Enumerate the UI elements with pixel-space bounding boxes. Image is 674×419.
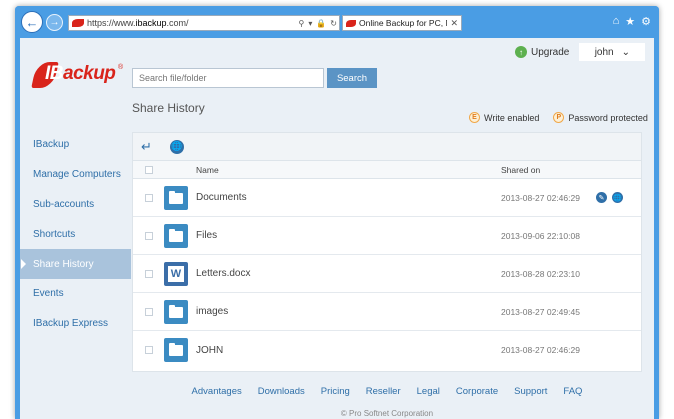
footer-link-faq[interactable]: FAQ [563,386,582,397]
user-menu[interactable]: john ⌄ [579,43,646,61]
row-name[interactable]: images [196,306,501,317]
arrow-right-icon: → [49,17,60,28]
back-button[interactable]: ← [21,11,43,33]
sidebar-item-events[interactable]: Events [20,279,131,309]
row-checkbox[interactable] [144,193,153,202]
edit-pencil-icon[interactable]: ✎ [596,192,607,203]
sidebar: IBackup ® IBackup Manage Computers Sub-a… [20,38,131,419]
footer-link-legal[interactable]: Legal [417,386,440,397]
table-row[interactable]: Documents 2013-08-27 02:46:29 ✎ 🌐 [133,179,641,217]
address-bar[interactable]: https://www.ibackup.com/ ⚲ ▾ 🔒 ↻ [68,15,340,31]
footer-link-advantages[interactable]: Advantages [192,386,242,397]
address-url: https://www.ibackup.com/ [87,18,189,28]
sidebar-item-manage-computers[interactable]: Manage Computers [20,160,131,190]
row-name[interactable]: Letters.docx [196,268,501,279]
folder-icon [164,223,188,248]
table-row[interactable]: Files 2013-09-06 22:10:08 [133,217,641,255]
stop-sharing-globe-icon[interactable]: 🌐 [612,192,623,203]
tab-title: Online Backup for PC, Mac ... [359,18,447,28]
account-bar: ↑ Upgrade john ⌄ [515,43,646,61]
footer-link-downloads[interactable]: Downloads [258,386,305,397]
tab-favicon-icon [346,19,356,27]
select-all-checkbox[interactable] [144,165,153,174]
row-checkbox[interactable] [144,269,153,278]
sidebar-item-shortcuts[interactable]: Shortcuts [20,219,131,249]
dropdown-icon[interactable]: ▾ [306,19,314,28]
row-name[interactable]: Files [196,230,501,241]
stop-sharing-globe-icon[interactable]: 🌐 [169,139,184,154]
share-history-panel: ↵ 🌐 Name Shared on Documents 2013-08-27 … [132,132,642,372]
arrow-left-icon: ← [25,14,39,30]
row-date: 2013-08-28 02:23:10 [501,268,580,279]
table-header: Name Shared on [133,161,641,179]
row-date: 2013-08-27 02:46:29 [501,192,580,203]
gear-icon[interactable]: ⚙ [641,15,651,28]
refresh-icon[interactable]: ↻ [328,19,339,28]
page-title: Share History [132,101,205,115]
sidebar-item-share-history[interactable]: Share History [20,249,131,279]
footer-link-corporate[interactable]: Corporate [456,386,498,397]
table-row[interactable]: images 2013-08-27 02:49:45 [133,293,641,331]
row-checkbox[interactable] [144,307,153,316]
legend: E Write enabled P Password protected [469,112,648,123]
row-name[interactable]: Documents [196,192,501,203]
arrow-up-icon: ↑ [515,46,527,58]
sidebar-item-sub-accounts[interactable]: Sub-accounts [20,190,131,220]
browser-titlebar: ← → https://www.ibackup.com/ ⚲ ▾ 🔒 ↻ Onl… [15,6,659,38]
column-name-header[interactable]: Name [196,165,501,175]
browser-tab[interactable]: Online Backup for PC, Mac ... ✕ [342,15,462,31]
browser-window: ← → https://www.ibackup.com/ ⚲ ▾ 🔒 ↻ Onl… [15,6,659,419]
page-content: IBackup ® IBackup Manage Computers Sub-a… [20,38,654,419]
forward-button[interactable]: → [46,14,63,31]
row-date: 2013-08-27 02:49:45 [501,306,580,317]
row-checkbox[interactable] [144,346,153,354]
sidebar-nav: IBackup Manage Computers Sub-accounts Sh… [20,130,131,339]
password-protected-badge-icon: P [553,112,565,123]
sidebar-item-ibackup-express[interactable]: IBackup Express [20,309,131,339]
search-input[interactable] [132,68,324,88]
lock-icon[interactable]: 🔒 [314,19,328,28]
write-enabled-badge-icon: E [469,112,480,123]
footer-link-reseller[interactable]: Reseller [366,386,401,397]
row-date: 2013-09-06 22:10:08 [501,230,580,241]
row-checkbox[interactable] [144,231,153,240]
row-date: 2013-08-27 02:46:29 [501,345,580,355]
folder-icon [164,185,188,210]
search-button[interactable]: Search [327,68,377,88]
footer-link-pricing[interactable]: Pricing [321,386,350,397]
star-icon[interactable]: ★ [625,15,635,28]
sidebar-item-ibackup[interactable]: IBackup [20,130,131,160]
table-row[interactable]: JOHN 2013-08-27 02:46:29 [133,331,641,369]
site-favicon-icon [72,19,84,27]
copyright: © Pro Softnet Corporation [340,409,434,418]
word-document-icon: W [164,261,188,286]
footer-links: Advantages Downloads Pricing Reseller Le… [132,386,642,397]
footer-link-support[interactable]: Support [514,386,547,397]
close-tab-icon[interactable]: ✕ [447,18,461,29]
ibackup-logo[interactable]: IBackup ® [31,60,123,90]
table-row[interactable]: W Letters.docx 2013-08-28 02:23:10 [133,255,641,293]
back-arrow-icon[interactable]: ↵ [141,139,152,155]
folder-icon [164,338,188,362]
home-icon[interactable]: ⌂ [613,15,620,28]
row-name[interactable]: JOHN [196,345,501,356]
column-shared-on-header[interactable]: Shared on [501,165,591,175]
chevron-down-icon: ⌄ [621,46,630,58]
folder-icon [164,299,188,324]
panel-toolbar: ↵ 🌐 [133,133,641,161]
upgrade-link[interactable]: ↑ Upgrade [515,46,569,58]
search-icon[interactable]: ⚲ [296,19,306,28]
